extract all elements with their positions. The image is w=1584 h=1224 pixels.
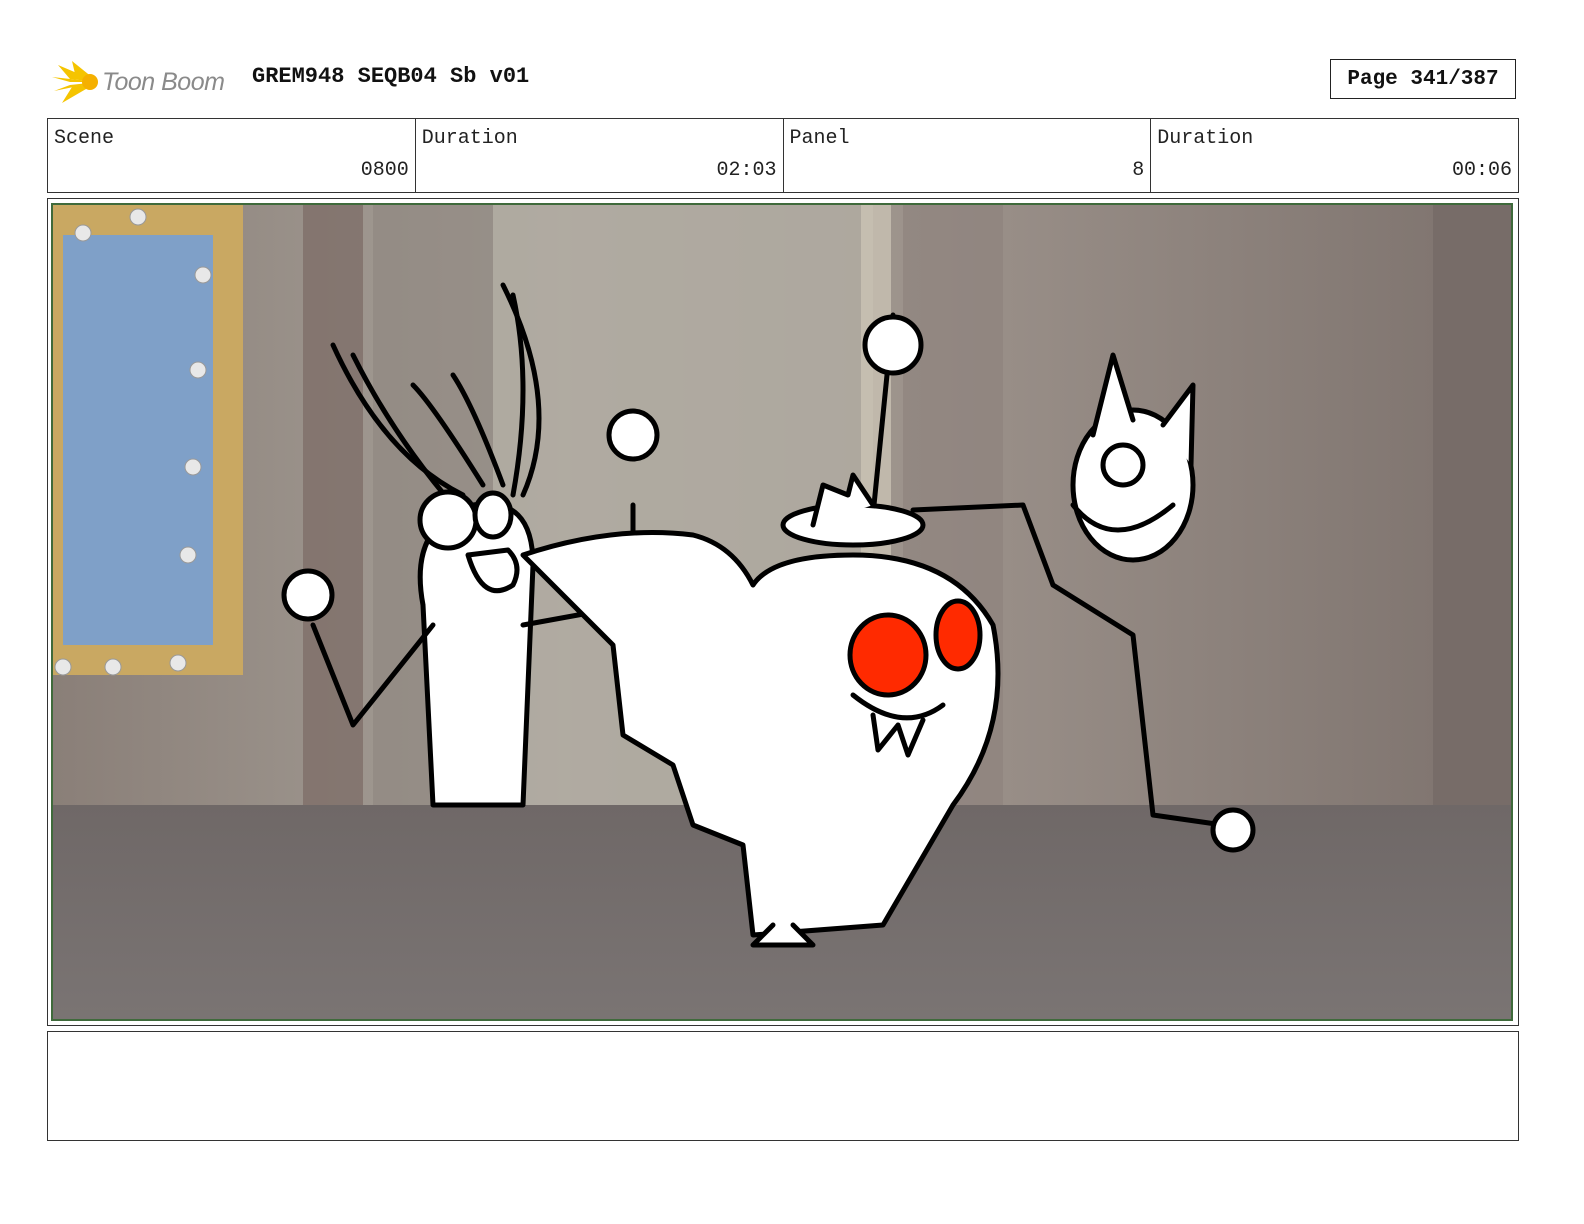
panel-duration-label: Duration xyxy=(1157,127,1254,150)
panel-label: Panel xyxy=(789,127,850,150)
scene-duration-value: 02:03 xyxy=(716,159,777,182)
panel-value: 8 xyxy=(1132,159,1145,182)
scene-duration-cell: Duration 02:03 xyxy=(416,119,784,192)
panel-drawing xyxy=(53,205,1511,1019)
logo-text: Toon Boom xyxy=(102,67,225,96)
scene-info-table: Scene 0800 Duration 02:03 Panel 8 Durati… xyxy=(47,118,1519,193)
panel-cell: Panel 8 xyxy=(784,119,1152,192)
scene-value: 0800 xyxy=(360,159,409,182)
toon-boom-logo: Toon Boom xyxy=(50,54,225,110)
page-number: Page 341/387 xyxy=(1347,67,1499,91)
panel-notes-box xyxy=(47,1031,1519,1141)
starburst-logo-icon xyxy=(52,61,98,103)
document-title: GREM948 SEQB04 Sb v01 xyxy=(252,64,530,89)
panel-duration-cell: Duration 00:06 xyxy=(1151,119,1518,192)
scene-label: Scene xyxy=(54,127,115,150)
panel-duration-value: 00:06 xyxy=(1451,159,1512,182)
panel-notes-text xyxy=(48,1032,1518,1048)
page-number-box: Page 341/387 xyxy=(1330,59,1516,99)
mirror-with-bulbs xyxy=(53,205,243,676)
scene-duration-label: Duration xyxy=(421,127,518,150)
storyboard-panel-image xyxy=(51,203,1513,1021)
scene-cell: Scene 0800 xyxy=(48,119,416,192)
storyboard-panel-frame xyxy=(47,198,1519,1026)
